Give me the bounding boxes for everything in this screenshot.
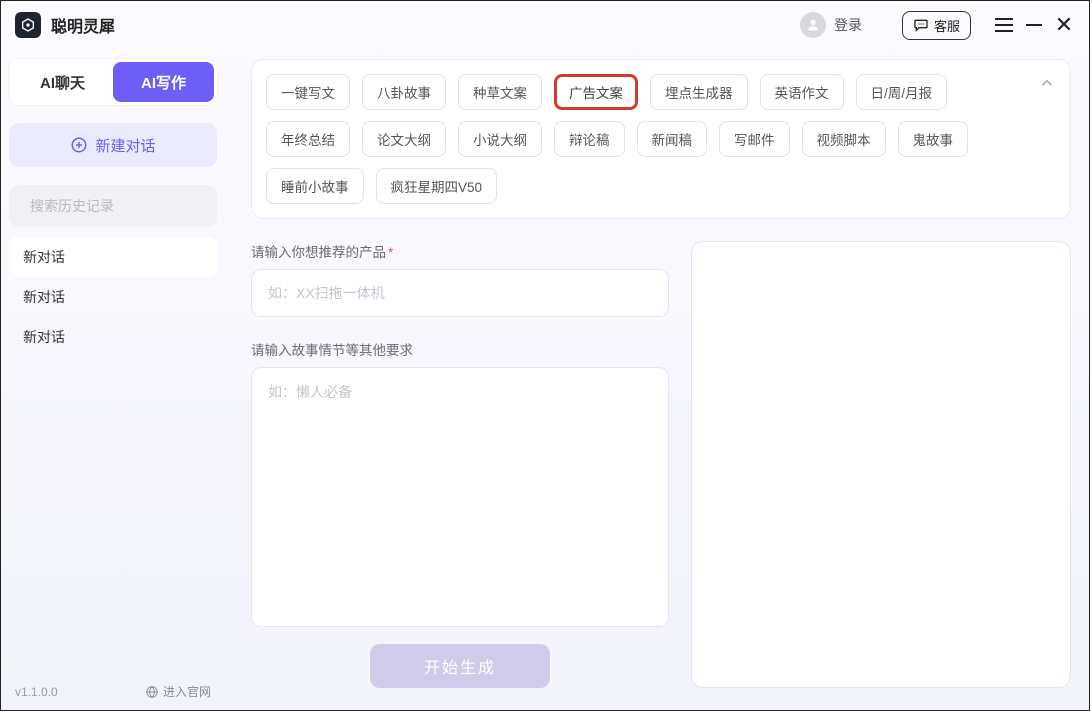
collapse-button[interactable] [1038,74,1056,97]
history-list: 新对话 新对话 新对话 [9,237,217,357]
template-pill-row: 一键写文八卦故事种草文案广告文案埋点生成器英语作文日/周/月报年终总结论文大纲小… [266,74,1028,204]
template-pill[interactable]: 一键写文 [266,74,350,110]
history-item[interactable]: 新对话 [9,277,217,317]
sidebar-footer: v1.1.0.0 进入官网 [9,679,217,704]
template-pill[interactable]: 辩论稿 [554,121,625,157]
generate-button[interactable]: 开始生成 [370,644,550,688]
minimize-icon[interactable] [1023,14,1045,36]
enter-site-label: 进入官网 [163,683,211,700]
template-pill[interactable]: 日/周/月报 [856,74,948,110]
plus-circle-icon [70,136,88,154]
detail-field-label: 请输入故事情节等其他要求 [251,339,669,359]
search-history-box[interactable] [9,185,217,227]
form-column: 请输入你想推荐的产品* 请输入故事情节等其他要求 开始生成 [251,241,669,688]
history-item[interactable]: 新对话 [9,237,217,277]
titlebar: 聪明灵犀 登录 客服 ✕ [1,1,1089,49]
mode-tabs: AI聊天 AI写作 [9,59,217,105]
menu-icon[interactable] [993,14,1015,36]
sidebar: AI聊天 AI写作 新建对话 新对话 新对话 新对话 v1.1.0.0 进入官 [1,49,225,710]
support-label: 客服 [934,16,960,35]
app-logo-icon [15,12,41,38]
chat-bubble-icon [913,17,929,33]
globe-icon [145,685,159,699]
detail-textarea[interactable] [251,367,669,627]
new-chat-button[interactable]: 新建对话 [9,123,217,167]
app-title: 聪明灵犀 [51,13,115,37]
template-pill[interactable]: 论文大纲 [362,121,446,157]
user-avatar-icon[interactable] [800,12,826,38]
tab-ai-chat[interactable]: AI聊天 [12,62,113,102]
version-label: v1.1.0.0 [15,685,58,699]
main-panel: 一键写文八卦故事种草文案广告文案埋点生成器英语作文日/周/月报年终总结论文大纲小… [225,49,1089,710]
template-panel: 一键写文八卦故事种草文案广告文案埋点生成器英语作文日/周/月报年终总结论文大纲小… [251,59,1071,219]
template-pill[interactable]: 睡前小故事 [266,168,364,204]
app-window: 聪明灵犀 登录 客服 ✕ AI聊天 AI写作 新建对话 [0,0,1090,711]
search-input[interactable] [30,198,211,214]
template-pill[interactable]: 疯狂星期四V50 [376,168,498,204]
output-panel [691,241,1071,688]
required-asterisk: * [388,245,393,260]
enter-site-link[interactable]: 进入官网 [145,683,211,700]
new-chat-label: 新建对话 [95,135,155,156]
template-pill[interactable]: 小说大纲 [458,121,542,157]
template-pill[interactable]: 年终总结 [266,121,350,157]
template-pill[interactable]: 视频脚本 [802,121,886,157]
close-icon[interactable]: ✕ [1053,14,1075,36]
template-pill[interactable]: 广告文案 [554,74,638,110]
login-link[interactable]: 登录 [834,15,862,35]
template-pill[interactable]: 鬼故事 [898,121,969,157]
product-field-label: 请输入你想推荐的产品* [251,241,669,261]
template-pill[interactable]: 八卦故事 [362,74,446,110]
tab-ai-write[interactable]: AI写作 [113,62,214,102]
app-body: AI聊天 AI写作 新建对话 新对话 新对话 新对话 v1.1.0.0 进入官 [1,49,1089,710]
template-pill[interactable]: 新闻稿 [637,121,708,157]
chevron-up-icon [1038,74,1056,92]
product-label-text: 请输入你想推荐的产品 [251,245,386,260]
template-pill[interactable]: 英语作文 [760,74,844,110]
history-item[interactable]: 新对话 [9,317,217,357]
content-row: 请输入你想推荐的产品* 请输入故事情节等其他要求 开始生成 [251,241,1071,688]
template-pill[interactable]: 写邮件 [719,121,790,157]
product-input[interactable] [251,269,669,317]
template-pill[interactable]: 埋点生成器 [650,74,748,110]
support-button[interactable]: 客服 [902,11,971,40]
template-pill[interactable]: 种草文案 [458,74,542,110]
